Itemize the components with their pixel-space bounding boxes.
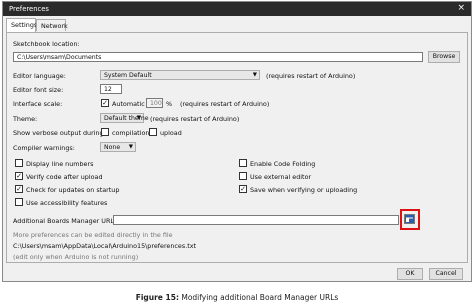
upload-label: upload [160,129,182,137]
use-external-editor-label: Use external editor [250,173,312,181]
chevron-down-icon: ▼ [136,115,141,121]
sketchbook-label: Sketchbook location: [13,40,80,48]
window-title: Preferences [9,5,49,13]
theme-value: Default theme [104,115,149,122]
scale-field: 100 [146,98,163,108]
upload-checkbox[interactable] [149,128,157,136]
theme-label: Theme: [13,115,38,123]
compiler-warnings-label: Compiler warnings: [13,144,75,152]
figure-caption: Figure 15: Modifying additional Board Ma… [0,293,474,302]
more-prefs-text: More preferences can be edited directly … [13,231,173,239]
tab-settings[interactable]: Settings [6,18,37,32]
prefs-path-text: C:\Users\msam\AppData\Local\Arduino15\pr… [13,242,197,250]
caption-text: Modifying additional Board Manager URLs [181,293,339,302]
enable-code-folding-checkbox[interactable] [239,159,247,167]
browse-button[interactable]: Browse [428,51,460,63]
font-size-label: Editor font size: [13,86,64,94]
use-accessibility-checkbox[interactable] [15,198,23,206]
sketchbook-path-field[interactable]: C:\Users\msam\Documents [13,52,423,62]
font-size-field[interactable]: 12 [100,84,122,94]
cancel-button[interactable]: Cancel [429,268,463,280]
close-icon[interactable]: × [457,3,465,13]
ok-button[interactable]: OK [397,268,423,280]
scale-unit: % [166,100,173,108]
editor-language-select[interactable]: System Default ▼ [100,70,260,80]
preferences-window: Preferences × Settings Network Sketchboo… [2,1,472,282]
use-accessibility-label: Use accessibility features [26,199,108,207]
verbose-label: Show verbose output during: [13,129,106,137]
boards-url-field[interactable] [113,215,399,225]
compilation-checkbox[interactable] [101,128,109,136]
display-line-numbers-label: Display line numbers [26,160,94,168]
editor-language-note: (requires restart of Arduino) [266,72,356,80]
theme-select[interactable]: Default theme ▼ [100,113,149,123]
title-bar: Preferences × [3,2,471,16]
compilation-label: compilation [112,129,150,137]
theme-note: (requires restart of Arduino) [150,115,240,123]
automatic-label: Automatic [112,100,145,108]
window-list-icon[interactable] [404,214,415,224]
enable-code-folding-label: Enable Code Folding [250,160,316,168]
scale-note: (requires restart of Arduino) [180,100,270,108]
compiler-warnings-select[interactable]: None ▼ [100,142,136,152]
caption-prefix: Figure 15: [135,293,179,302]
edit-note-text: (edit only when Arduino is not running) [13,253,139,261]
verify-after-upload-label: Verify code after upload [26,173,103,181]
editor-language-value: System Default [104,72,152,79]
display-line-numbers-checkbox[interactable] [15,159,23,167]
chevron-down-icon: ▼ [128,144,133,150]
save-when-verifying-label: Save when verifying or uploading [250,186,358,194]
tab-network[interactable]: Network [36,19,68,31]
compiler-warnings-value: None [104,144,121,151]
use-external-editor-checkbox[interactable] [239,172,247,180]
boards-url-label: Additional Boards Manager URLs: [13,217,120,225]
save-when-verifying-checkbox[interactable]: ✓ [239,185,247,193]
settings-panel: Sketchbook location: C:\Users\msam\Docum… [6,32,468,263]
chevron-down-icon: ▼ [252,72,257,78]
interface-scale-label: Interface scale: [13,100,63,108]
verify-after-upload-checkbox[interactable]: ✓ [15,172,23,180]
check-updates-checkbox[interactable]: ✓ [15,185,23,193]
check-updates-label: Check for updates on startup [26,186,120,194]
editor-language-label: Editor language: [13,72,66,80]
automatic-checkbox[interactable]: ✓ [101,99,109,107]
